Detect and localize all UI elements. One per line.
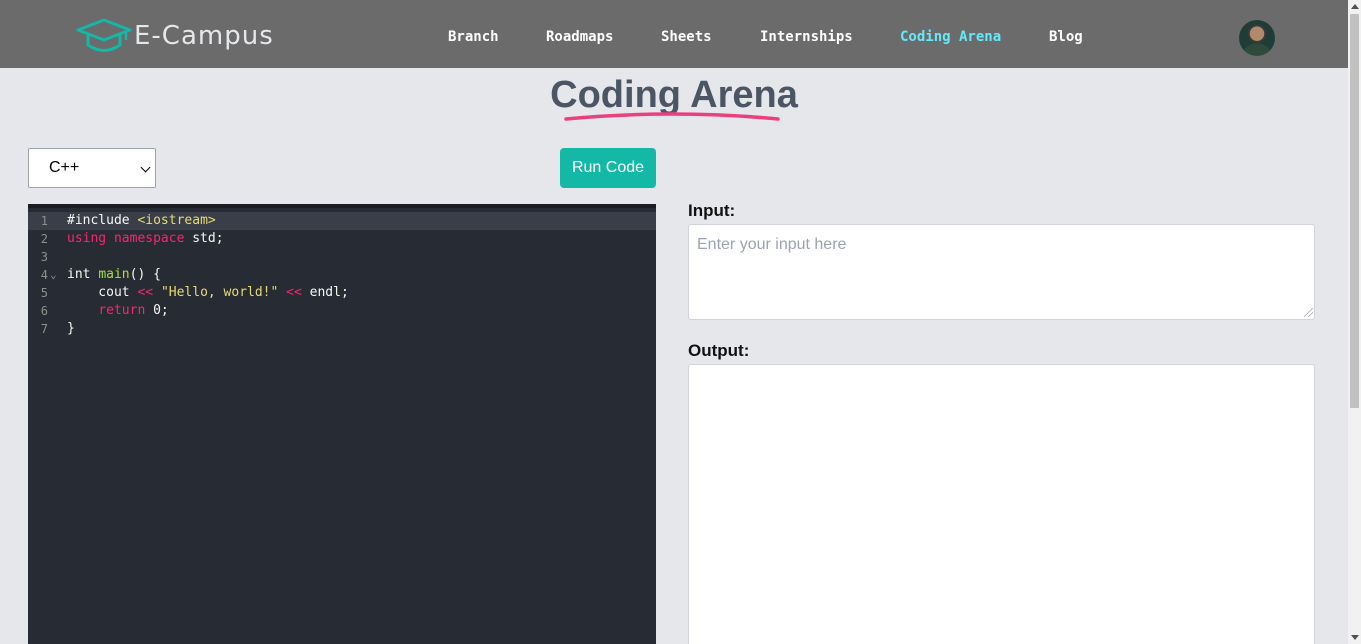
code-text: int main() { — [67, 267, 161, 282]
code-text: cout << "Hello, world!" << endl; — [67, 285, 349, 300]
page-scrollbar[interactable] — [1348, 0, 1361, 644]
nav-link-sheets[interactable]: Sheets — [661, 29, 712, 45]
code-text: #include <iostream> — [67, 213, 216, 228]
nav-link-internships[interactable]: Internships — [760, 29, 853, 45]
scroll-down-arrow-icon[interactable] — [1351, 635, 1359, 640]
code-line: 5 cout << "Hello, world!" << endl; — [28, 284, 656, 302]
stdin-input[interactable] — [688, 224, 1315, 320]
code-line: 7 } — [28, 320, 656, 338]
scrollbar-thumb[interactable] — [1350, 14, 1359, 408]
language-select[interactable]: C++ — [28, 148, 156, 188]
code-text: using namespace std; — [67, 231, 224, 246]
title-underline — [564, 112, 780, 121]
chevron-down-icon — [140, 162, 151, 173]
line-number: 5 — [40, 286, 48, 300]
line-number: 6 — [40, 304, 48, 318]
code-text: } — [67, 321, 75, 336]
output-label: Output: — [688, 341, 750, 360]
resize-handle-icon[interactable] — [1304, 308, 1313, 317]
scroll-up-arrow-icon[interactable] — [1351, 4, 1359, 9]
run-code-button[interactable]: Run Code — [560, 148, 656, 188]
nav-link-coding-arena[interactable]: Coding Arena — [900, 29, 1001, 45]
code-text: return 0; — [98, 303, 169, 318]
line-number: 1 — [40, 214, 48, 228]
language-select-value: C++ — [49, 159, 80, 176]
code-line: 6 return 0; — [28, 302, 656, 320]
output-panel — [688, 364, 1315, 644]
line-number: 3 — [40, 250, 48, 264]
input-label: Input: — [688, 201, 736, 220]
top-navbar: E-Campus Branch Roadmaps Sheets Internsh… — [0, 0, 1348, 68]
code-editor[interactable]: 1 #include <iostream> 2 using namespace … — [28, 204, 656, 644]
code-line: 4 ⌄ int main() { — [28, 266, 656, 284]
code-line: 3 — [28, 248, 656, 266]
nav-link-blog[interactable]: Blog — [1049, 29, 1083, 45]
user-avatar[interactable] — [1239, 20, 1275, 56]
page-title: Coding Arena — [550, 74, 798, 116]
fold-chevron-icon[interactable]: ⌄ — [50, 266, 57, 284]
code-line: 1 #include <iostream> — [28, 212, 656, 230]
line-number: 4 — [40, 268, 48, 282]
nav-links: Branch Roadmaps Sheets Internships Codin… — [0, 29, 1348, 49]
nav-link-roadmaps[interactable]: Roadmaps — [546, 29, 613, 45]
line-number: 7 — [40, 322, 48, 336]
nav-link-branch[interactable]: Branch — [448, 29, 499, 45]
code-line: 2 using namespace std; — [28, 230, 656, 248]
line-number: 2 — [40, 232, 48, 246]
